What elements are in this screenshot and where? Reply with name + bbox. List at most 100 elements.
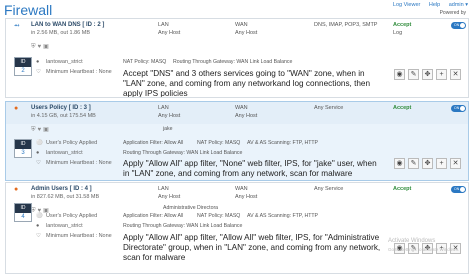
rule-status-icons: ⛨ ♥ ▣ [31, 43, 51, 51]
heartbeat-status: Minimum Heartbeat : None [46, 69, 112, 75]
source-zone: LAN [158, 186, 169, 192]
user-name: Administrative Directora [163, 205, 219, 211]
move-icon[interactable]: ✥ [422, 69, 433, 80]
heartbeat-status: Minimum Heartbeat : None [46, 160, 112, 166]
id-value: 3 [21, 150, 25, 156]
edit-icon[interactable]: ✎ [408, 69, 419, 80]
toggle-label: ON [454, 187, 460, 191]
lock-icon: ▣ [43, 127, 49, 133]
group-icon: ● [36, 150, 40, 156]
delete-icon[interactable]: ✕ [450, 158, 461, 169]
source-zone: LAN [158, 105, 169, 111]
delete-icon[interactable]: ✕ [450, 69, 461, 80]
rule-action: Accept [393, 186, 412, 192]
services: DNS, IMAP, POP3, SMTP [314, 22, 378, 28]
rule-name[interactable]: LAN to WAN DNS [ ID : 2 ] [31, 22, 104, 28]
nat-policy: NAT Policy: MASQ [197, 213, 241, 219]
add-icon[interactable]: + [436, 158, 447, 169]
lock-icon: ▣ [43, 44, 49, 50]
id-value: 4 [21, 214, 25, 220]
user-policy-flag: User's Policy Applied [46, 140, 98, 146]
rule-card[interactable]: ● Admin Users [ ID : 4 ] in 827.62 MB, o… [5, 182, 469, 274]
app-filter: Application Filter: Allow All [123, 213, 184, 219]
rule-card[interactable]: ⥇ LAN to WAN DNS [ ID : 2 ] in 2.56 MB, … [5, 18, 469, 98]
user-name: jake [163, 126, 173, 132]
nat-policy: NAT Policy: MASQ [123, 59, 167, 65]
user-icon: ● [14, 105, 19, 112]
av-scan: AV & AS Scanning: FTP, HTTP [247, 140, 319, 146]
rule-id-box: ID 3 [14, 139, 32, 158]
source-host: Any Host [158, 30, 181, 36]
heart-icon: ♡ [36, 69, 41, 75]
user-policy-icon: ⚪ [36, 213, 43, 219]
rule-description: Apply "Allow All" app filter, "Allow All… [123, 233, 381, 262]
edit-icon[interactable]: ✎ [408, 158, 419, 169]
group-icon: ● [36, 59, 40, 65]
move-icon[interactable]: ✥ [422, 158, 433, 169]
rule-id-box: ID 2 [14, 57, 32, 76]
brand-label: Powered by [439, 10, 466, 16]
top-links: Log Viewer Help admin ▾ [386, 2, 468, 8]
services: Any Service [314, 105, 344, 111]
rule-header: ● Users Policy [ ID : 3 ] in 4.15 GB, ou… [6, 102, 468, 124]
rule-description: Apply "Allow All" app filter, "None" web… [123, 159, 377, 178]
user-icon: ● [14, 186, 19, 193]
admin-menu[interactable]: admin ▾ [449, 2, 468, 8]
id-label: ID [15, 140, 31, 149]
id-label: ID [15, 58, 31, 67]
source-host: Any Host [158, 113, 181, 119]
destination-zone: WAN [235, 105, 248, 111]
rule-header: ⥇ LAN to WAN DNS [ ID : 2 ] in 2.56 MB, … [6, 19, 468, 41]
destination-zone: WAN [235, 22, 248, 28]
heart-icon: ♡ [36, 160, 41, 166]
rule-status-icons: ⛨ ♥ ▣ [31, 126, 51, 134]
activation-hint: Go to Settings to activate Windows. [388, 247, 460, 252]
destination-host: Any Host [235, 113, 258, 119]
gateway: Routing Through Gateway: WAN Link Load B… [123, 150, 243, 156]
id-label: ID [15, 204, 31, 213]
rule-card[interactable]: ● Users Policy [ ID : 3 ] in 4.15 GB, ou… [5, 101, 469, 181]
activation-watermark: Activate Windows [388, 238, 436, 244]
group-name: lantowan_strict [46, 150, 83, 156]
rule-description: Accept "DNS" and 3 others services going… [123, 69, 371, 98]
add-icon[interactable]: + [436, 69, 447, 80]
rule-traffic: in 2.56 MB, out 1.86 MB [31, 30, 91, 36]
user-policy-flag: User's Policy Applied [46, 213, 98, 219]
rule-name[interactable]: Admin Users [ ID : 4 ] [31, 186, 92, 192]
services: Any Service [314, 186, 344, 192]
share-icon: ⥇ [14, 22, 20, 29]
rule-log: Log [393, 30, 403, 36]
heart-icon: ♡ [36, 233, 41, 239]
shield-icon: ⛨ [31, 127, 36, 133]
source-host: Any Host [158, 194, 181, 200]
gateway: Routing Through Gateway: WAN Link Load B… [123, 223, 243, 229]
rule-id-box: ID 4 [14, 203, 32, 222]
heart-icon: ♥ [37, 127, 42, 133]
rule-traffic: in 827.62 MB, out 31.58 MB [31, 194, 100, 200]
user-policy-icon: ⚪ [36, 140, 43, 146]
nat-policy: NAT Policy: MASQ [197, 140, 241, 146]
rule-header: ● Admin Users [ ID : 4 ] in 827.62 MB, o… [6, 183, 468, 205]
toggle-label: ON [454, 23, 460, 27]
view-icon[interactable]: ◉ [394, 158, 405, 169]
rule-action: Accept [393, 105, 412, 111]
group-icon: ● [36, 223, 40, 229]
rule-name[interactable]: Users Policy [ ID : 3 ] [31, 105, 91, 111]
log-viewer-link[interactable]: Log Viewer [393, 2, 420, 8]
heart-icon: ♥ [37, 44, 42, 50]
rule-traffic: in 4.15 GB, out 175.54 MB [31, 113, 96, 119]
toggle-label: ON [454, 106, 460, 110]
destination-host: Any Host [235, 194, 258, 200]
view-icon[interactable]: ◉ [394, 69, 405, 80]
rule-action: Accept [393, 22, 412, 28]
group-name: lantowan_strict [46, 223, 83, 229]
page-title: Firewall [4, 2, 53, 18]
help-link[interactable]: Help [429, 2, 440, 8]
top-bar: Firewall Log Viewer Help admin ▾ Powered… [0, 0, 474, 20]
heartbeat-status: Minimum Heartbeat : None [46, 233, 112, 239]
source-zone: LAN [158, 22, 169, 28]
shield-icon: ⛨ [31, 44, 36, 50]
group-name: lantowan_strict [46, 59, 83, 65]
gateway: Routing Through Gateway: WAN Link Load B… [173, 59, 293, 65]
av-scan: AV & AS Scanning: FTP, HTTP [247, 213, 319, 219]
